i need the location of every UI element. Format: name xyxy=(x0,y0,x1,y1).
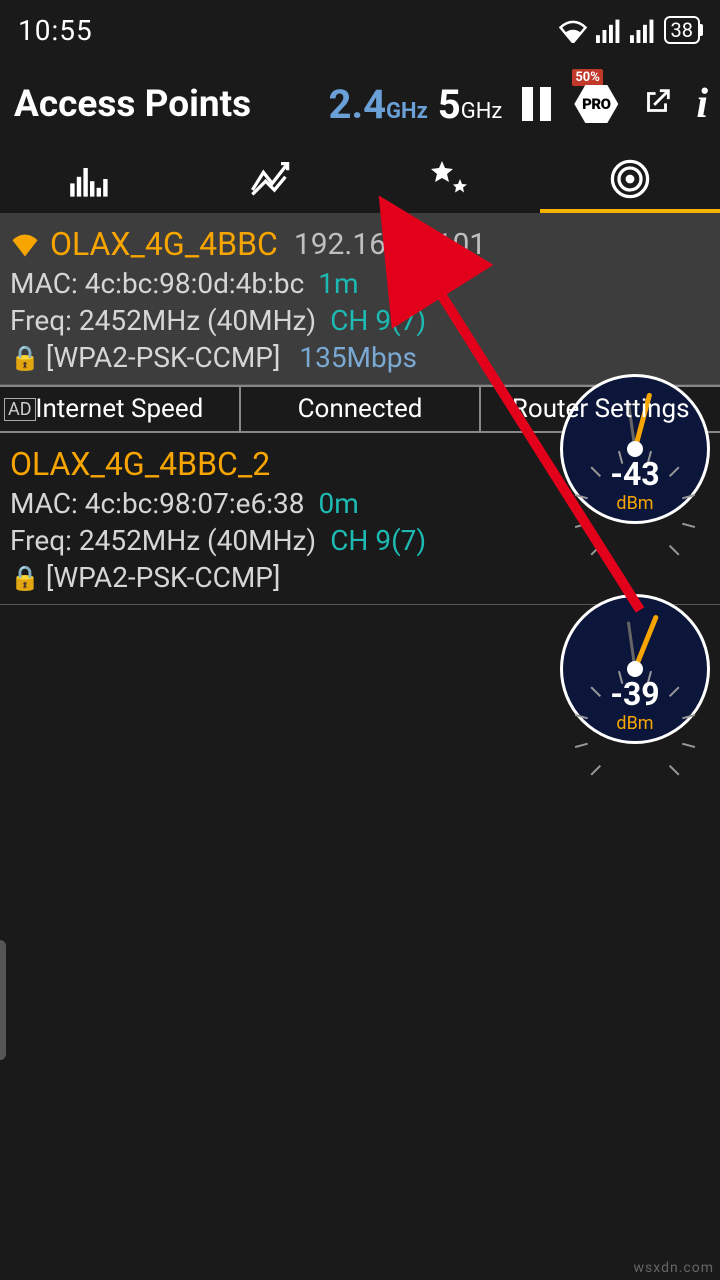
signal-icon xyxy=(596,17,622,43)
status-icons: 38 xyxy=(558,16,700,44)
page-title: Access Points xyxy=(14,83,251,126)
distance: 1m xyxy=(318,267,358,300)
link-rate: 135Mbps xyxy=(299,341,417,374)
band-2-4[interactable]: 2.4GHz xyxy=(329,81,428,128)
ssid: OLAX_4G_4BBC xyxy=(50,225,278,263)
lock-icon: 🔒 xyxy=(10,564,40,592)
frequency: 2452MHz (40MHz) xyxy=(79,304,316,337)
tab-strength[interactable] xyxy=(0,148,180,213)
ssid: OLAX_4G_4BBC_2 xyxy=(10,445,270,483)
distance: 0m xyxy=(318,487,358,520)
scroll-handle[interactable] xyxy=(0,940,6,1060)
info-icon[interactable]: i xyxy=(696,80,708,128)
channel: CH 9(7) xyxy=(330,304,426,337)
ad-connected[interactable]: Connected xyxy=(241,387,482,431)
security: [WPA2-PSK-CCMP] xyxy=(46,341,281,374)
watermark: wsxdn.com xyxy=(634,1260,714,1276)
ad-router-settings[interactable]: Router Settings xyxy=(481,387,720,431)
tab-bar xyxy=(0,148,720,213)
security: [WPA2-PSK-CCMP] xyxy=(46,561,281,594)
band-selector[interactable]: 2.4GHz 5GHz xyxy=(329,81,503,128)
band-5[interactable]: 5GHz xyxy=(438,81,503,128)
channel: CH 9(7) xyxy=(330,524,426,557)
title-bar: Access Points 2.4GHz 5GHz 50% PRO i xyxy=(0,60,720,148)
mac-address: 4c:bc:98:0d:4b:bc xyxy=(85,267,305,300)
share-icon[interactable] xyxy=(640,85,674,123)
ap-item-connected[interactable]: OLAX_4G_4BBC 192.168.0.101 MAC: 4c:bc:98… xyxy=(0,213,720,385)
broadcast-icon xyxy=(608,157,652,201)
stars-icon xyxy=(428,157,472,201)
ip-address: 192.168.0.101 xyxy=(294,227,486,262)
lock-icon: 🔒 xyxy=(10,344,40,372)
ad-internet-speed[interactable]: AD Internet Speed xyxy=(0,387,241,431)
graph-icon xyxy=(248,157,292,201)
pro-badge[interactable]: 50% PRO xyxy=(574,85,618,123)
mac-address: 4c:bc:98:07:e6:38 xyxy=(85,487,305,520)
wifi-connected-icon xyxy=(10,231,40,257)
signal-gauge: -39 dBm xyxy=(560,594,710,744)
pause-icon[interactable] xyxy=(522,87,552,121)
ap-item[interactable]: OLAX_4G_4BBC_2 MAC: 4c:bc:98:07:e6:38 0m… xyxy=(0,433,720,605)
tab-access-points[interactable] xyxy=(540,148,720,213)
clock: 10:55 xyxy=(18,14,93,47)
battery-indicator: 38 xyxy=(664,16,700,44)
signal-icon-2 xyxy=(630,17,656,43)
frequency: 2452MHz (40MHz) xyxy=(79,524,316,557)
bars-icon xyxy=(68,157,112,201)
tab-rating[interactable] xyxy=(360,148,540,213)
wifi-icon xyxy=(558,17,588,43)
ad-bar[interactable]: AD Internet Speed Connected Router Setti… xyxy=(0,385,720,433)
status-bar: 10:55 38 xyxy=(0,0,720,60)
tab-graph[interactable] xyxy=(180,148,360,213)
